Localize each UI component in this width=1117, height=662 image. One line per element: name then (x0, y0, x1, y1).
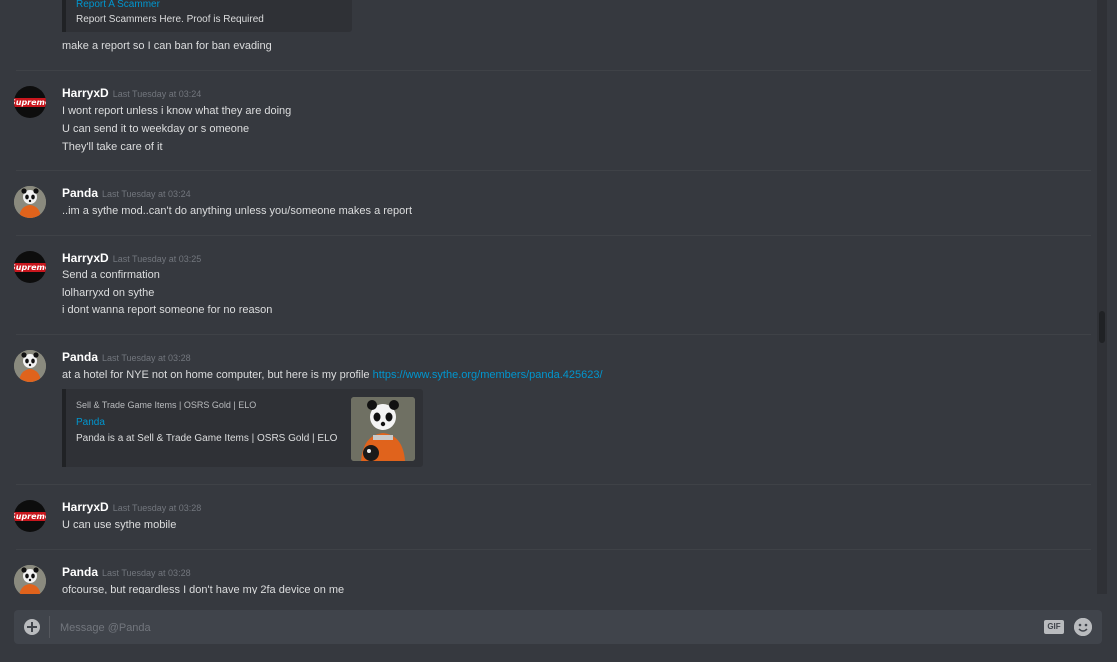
embed-title[interactable]: Panda (76, 417, 105, 428)
author-name[interactable]: HarryxD (62, 500, 109, 514)
author-name[interactable]: HarryxD (62, 251, 109, 265)
scrollbar-thumb[interactable] (1099, 311, 1105, 343)
message-input[interactable] (58, 614, 1022, 642)
message-divider (16, 484, 1091, 485)
message-text: I wont report unless i know what they ar… (62, 105, 292, 117)
link-embed: Sell & Trade Game Items | OSRS Gold | EL… (62, 389, 423, 467)
message-text: U can send it to weekday or s omeone (62, 123, 250, 135)
message-timestamp: Last Tuesday at 03:28 (112, 503, 202, 513)
profile-link[interactable]: https://www.sythe.org/members/panda.4256… (373, 369, 603, 381)
scrollbar-track[interactable] (1097, 0, 1107, 594)
message-text: lolharryxd on sythe (62, 287, 155, 299)
message-composer: GIF (14, 610, 1102, 644)
avatar[interactable]: Supreme (14, 251, 46, 283)
avatar[interactable] (14, 350, 46, 382)
embed-provider: Sell & Trade Game Items | OSRS Gold | EL… (76, 400, 257, 410)
embed-description: Report Scammers Here. Proof is Required (76, 14, 264, 25)
embed-title[interactable]: Report A Scammer (76, 0, 160, 10)
message-divider (16, 334, 1091, 335)
message-timestamp: Last Tuesday at 03:24 (112, 89, 202, 99)
composer-separator (49, 616, 50, 638)
embed-thumbnail[interactable] (351, 397, 415, 461)
message-text: ofcourse, but regardless I don't have my… (62, 584, 345, 594)
avatar[interactable] (14, 565, 46, 594)
author-name[interactable]: Panda (62, 350, 98, 364)
message-text: make a report so I can ban for ban evadi… (62, 40, 272, 52)
message-timestamp: Last Tuesday at 03:25 (112, 254, 202, 264)
message-text: at a hotel for NYE not on home computer,… (62, 369, 603, 381)
emoji-icon[interactable] (1074, 618, 1092, 636)
embed-description: Panda is a at Sell & Trade Game Items | … (76, 433, 338, 444)
chat-message-list[interactable]: Report A Scammer Report Scammers Here. P… (0, 0, 1107, 594)
avatar[interactable]: Supreme (14, 500, 46, 532)
message-timestamp: Last Tuesday at 03:28 (102, 353, 191, 363)
gif-button[interactable]: GIF (1044, 620, 1064, 634)
message-text: They'll take care of it (62, 141, 163, 153)
avatar[interactable]: Supreme (14, 86, 46, 118)
message-divider (16, 170, 1091, 171)
upload-plus-icon[interactable] (24, 619, 40, 635)
report-scammer-embed: Report A Scammer Report Scammers Here. P… (62, 0, 352, 32)
message-divider (16, 70, 1091, 71)
message-text: Send a confirmation (62, 269, 160, 281)
message-divider (16, 549, 1091, 550)
message-text: U can use sythe mobile (62, 519, 177, 531)
message-text: ..im a sythe mod..can't do anything unle… (62, 205, 413, 217)
author-name[interactable]: HarryxD (62, 86, 109, 100)
message-text: i dont wanna report someone for no reaso… (62, 304, 273, 316)
message-text-body: at a hotel for NYE not on home computer,… (62, 369, 370, 381)
author-name[interactable]: Panda (62, 565, 98, 579)
message-timestamp: Last Tuesday at 03:28 (102, 568, 191, 578)
avatar[interactable] (14, 186, 46, 218)
message-divider (16, 235, 1091, 236)
author-name[interactable]: Panda (62, 186, 98, 200)
message-timestamp: Last Tuesday at 03:24 (102, 189, 191, 199)
